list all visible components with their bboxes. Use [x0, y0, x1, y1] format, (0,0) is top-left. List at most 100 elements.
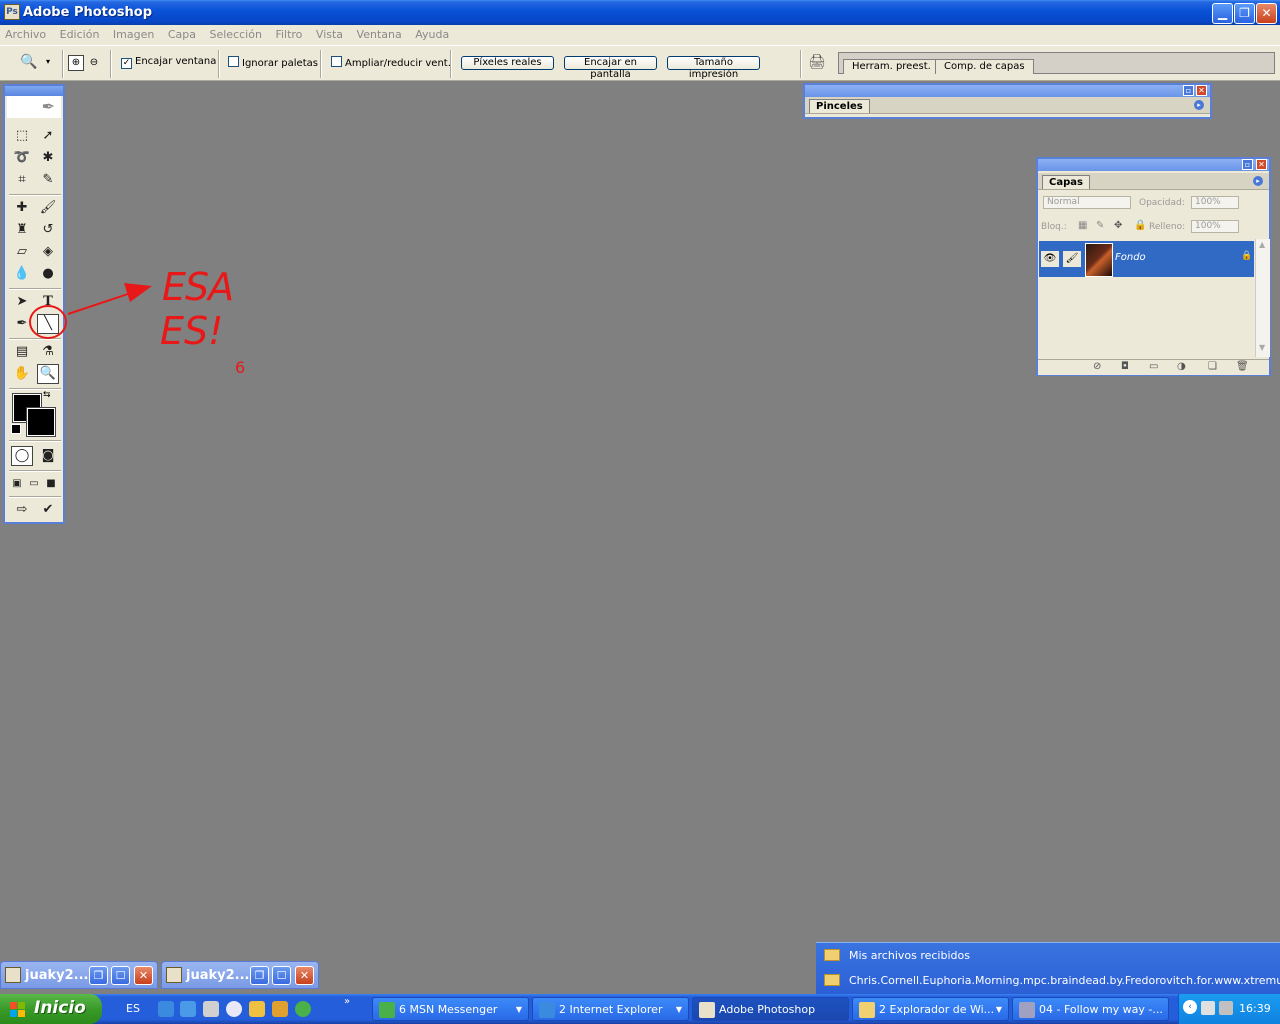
panel-close-icon[interactable]: ✕ [1256, 159, 1267, 170]
taskbar-item-label: 2 Explorador de Wi... [879, 1003, 995, 1016]
taskbar-item-label: Adobe Photoshop [719, 1003, 816, 1016]
blend-mode-select[interactable]: Normal [1043, 196, 1131, 209]
print-size-button[interactable]: Tamaño impresión [667, 56, 760, 80]
close-icon[interactable]: ✕ [134, 966, 153, 985]
taskbar-item-msn[interactable]: 6 MSN Messenger ▼ [372, 997, 529, 1021]
group-arrow-icon: ▼ [675, 1005, 682, 1014]
imageready-icon[interactable]: ✔ [37, 500, 59, 520]
taskbar-item-ie[interactable]: 2 Internet Explorer ▼ [532, 997, 689, 1021]
lock-all-icon[interactable]: 🔒 [1134, 220, 1146, 231]
taskbar-item-explorer[interactable]: 2 Explorador de Wi... ▼ [852, 997, 1009, 1021]
clock[interactable]: 16:39 [1239, 1002, 1271, 1015]
annotation-arrow-head [124, 283, 152, 302]
popup-item-label: Mis archivos recibidos [849, 949, 970, 962]
file-browser-button[interactable]: 🖨 [808, 54, 828, 72]
popup-item-received-files[interactable]: Mis archivos recibidos [824, 946, 970, 966]
layers-panel-titlebar[interactable]: ▫ ✕ [1038, 159, 1269, 171]
taskbar-group-popup: Mis archivos recibidos Chris.Cornell.Eup… [816, 942, 1280, 997]
maximize-icon[interactable]: ☐ [272, 966, 291, 985]
adjustment-layer-icon[interactable]: ◑ [1177, 361, 1186, 372]
fill-label: Relleno: [1149, 222, 1186, 232]
visibility-eye-icon[interactable]: 👁 [1041, 251, 1059, 267]
full-screen-icon[interactable]: ■ [43, 474, 59, 494]
taskbar-item-photoshop[interactable]: Adobe Photoshop [692, 997, 849, 1021]
layer-lock-icon: 🔒 [1241, 251, 1253, 261]
panel-close-icon[interactable]: ✕ [1196, 85, 1207, 96]
annotation-text-line1: ESA [162, 265, 233, 309]
tray-app-icon[interactable] [1219, 1001, 1233, 1015]
quick-launch-more-icon[interactable]: » [344, 996, 350, 1007]
restore-button[interactable]: ❐ [1234, 3, 1255, 24]
internet-explorer-icon[interactable] [158, 1001, 174, 1017]
panel-menu-icon[interactable]: ▸ [1194, 100, 1204, 110]
panel-menu-icon[interactable]: ▸ [1253, 176, 1263, 186]
standard-screen-icon[interactable]: ▣ [9, 474, 25, 494]
printer-icon: 🖨 [808, 54, 826, 70]
brushes-panel-titlebar[interactable]: ▫ ✕ [805, 85, 1210, 97]
maximize-icon[interactable]: ☐ [111, 966, 130, 985]
start-button[interactable]: Inicio [0, 994, 102, 1024]
close-button[interactable]: ✕ [1256, 3, 1277, 24]
fill-input[interactable]: 100% [1191, 220, 1239, 233]
link-layers-icon[interactable]: ⊘ [1093, 361, 1101, 372]
background-color-swatch[interactable] [26, 407, 56, 437]
layer-row-fondo[interactable]: 👁 🖌 Fondo 🔒 [1039, 241, 1254, 277]
layers-footer: ⊘ ◘ ▭ ◑ ❏ 🗑 [1038, 359, 1269, 375]
menu-ventana[interactable]: Ventana [352, 25, 407, 44]
taskbar: Inicio ES » 6 MSN Messenger ▼ 2 Internet… [0, 994, 1280, 1024]
outlook-icon[interactable] [203, 1001, 219, 1017]
panel-minimize-icon[interactable]: ▫ [1242, 159, 1253, 170]
winamp-icon [1019, 1002, 1035, 1018]
network-icon[interactable] [1201, 1001, 1215, 1015]
resize-windows-checkbox[interactable]: Ampliar/reducir vent. [331, 56, 451, 69]
taskbar-item-label: 2 Internet Explorer [559, 1003, 663, 1016]
quick-launch-app-icon[interactable] [272, 1001, 288, 1017]
taskbar-item-winamp[interactable]: 04 - Follow my way -... [1012, 997, 1169, 1021]
popup-item-download[interactable]: Chris.Cornell.Euphoria.Morning.mpc.brain… [824, 971, 1280, 991]
media-player-icon[interactable] [226, 1001, 242, 1017]
quick-mask-icon[interactable]: ◙ [37, 446, 59, 466]
standard-mode-icon[interactable]: ◯ [11, 446, 33, 466]
lock-transparency-icon[interactable]: ▦ [1078, 220, 1087, 231]
layer-link-brush-icon[interactable]: 🖌 [1063, 251, 1081, 267]
winamp-icon[interactable] [249, 1001, 265, 1017]
folder-icon [824, 974, 840, 986]
close-icon[interactable]: ✕ [295, 966, 314, 985]
panel-minimize-icon[interactable]: ▫ [1183, 85, 1194, 96]
new-group-icon[interactable]: ▭ [1149, 361, 1158, 372]
tab-pinceles[interactable]: Pinceles [809, 99, 870, 113]
default-colors-icon[interactable] [11, 424, 21, 434]
tab-capas[interactable]: Capas [1042, 175, 1090, 189]
minimized-window-2[interactable]: juaky2... ❐ ☐ ✕ [161, 961, 319, 989]
lock-move-icon[interactable]: ✥ [1114, 220, 1122, 231]
add-mask-icon[interactable]: ◘ [1121, 361, 1129, 372]
lock-paint-icon[interactable]: ✎ [1096, 220, 1104, 231]
jump-to-imageready-icon[interactable]: ⇨ [11, 500, 33, 520]
checkbox-icon [331, 56, 342, 67]
opacity-input[interactable]: 100% [1191, 196, 1239, 209]
actual-pixels-button[interactable]: Píxeles reales [461, 56, 554, 70]
language-indicator[interactable]: ES [126, 1002, 140, 1015]
restore-icon[interactable]: ❐ [89, 966, 108, 985]
red-annotation: ESA ES! 6 [29, 265, 245, 377]
minimize-button[interactable]: ▁ [1212, 3, 1233, 24]
full-screen-menu-icon[interactable]: ▭ [26, 474, 42, 494]
layers-panel: ▫ ✕ Capas ▸ Normal Opacidad: 100% Bloq.:… [1036, 157, 1271, 376]
well-tab-layer-comps[interactable]: Comp. de capas [935, 59, 1034, 74]
delete-layer-icon[interactable]: 🗑 [1236, 361, 1249, 372]
scroll-up-icon[interactable]: ▲ [1259, 240, 1265, 249]
opacity-label: Opacidad: [1139, 198, 1185, 208]
internet-explorer-2-icon[interactable] [180, 1001, 196, 1017]
fit-screen-button[interactable]: Encajar en pantalla [564, 56, 657, 80]
msn-quick-icon[interactable] [295, 1001, 311, 1017]
menu-vista[interactable]: Vista [311, 25, 348, 44]
menu-ayuda[interactable]: Ayuda [410, 25, 454, 44]
scroll-down-icon[interactable]: ▼ [1259, 343, 1265, 352]
msn-icon [379, 1002, 395, 1018]
minimized-window-1[interactable]: juaky2... ❐ ☐ ✕ [0, 961, 158, 989]
tray-expand-icon[interactable]: ‹ [1183, 1000, 1197, 1014]
layers-scrollbar[interactable]: ▲ ▼ [1255, 239, 1270, 357]
restore-icon[interactable]: ❐ [250, 966, 269, 985]
new-layer-icon[interactable]: ❏ [1208, 361, 1217, 372]
well-tab-tool-presets[interactable]: Herram. preest. [843, 59, 940, 74]
